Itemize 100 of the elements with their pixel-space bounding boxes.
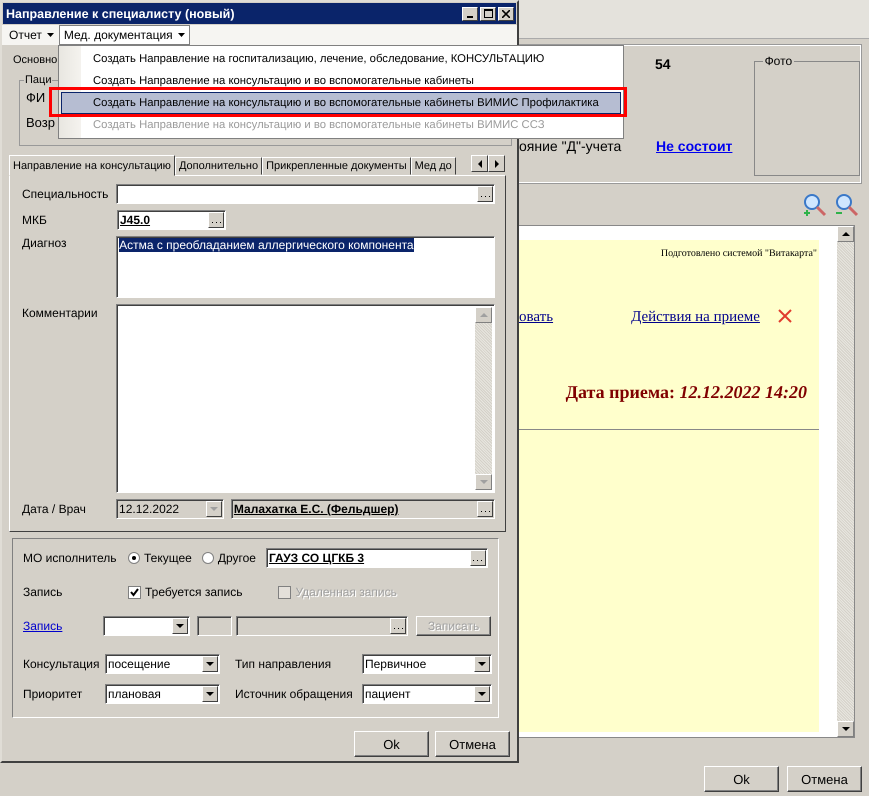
dropdown-arrow-icon xyxy=(176,622,184,630)
scrollbar[interactable] xyxy=(475,307,492,490)
actions-link[interactable]: Действия на приеме xyxy=(631,309,760,326)
dropdown-arrow-icon xyxy=(206,690,214,698)
close-icon xyxy=(502,10,510,18)
minimize-icon xyxy=(467,16,473,18)
radio-option[interactable]: Текущее xyxy=(128,551,192,565)
browse-button[interactable] xyxy=(390,618,406,634)
field-label: МКБ xyxy=(22,213,48,227)
scroll-up-icon xyxy=(842,230,850,238)
doctor-field[interactable]: Малахатка Е.С. (Фельдшер) xyxy=(230,499,495,519)
browse-button[interactable] xyxy=(477,501,493,517)
field-value: посещение xyxy=(108,657,172,671)
field-value: ГАУЗ СО ЦГКБ 3 xyxy=(268,551,366,565)
radio-button[interactable] xyxy=(128,552,140,564)
field-label: Тип направления xyxy=(234,657,332,671)
field-label: Дата / Врач xyxy=(22,502,87,516)
dropdown-arrow-icon xyxy=(842,725,850,733)
field-label: Возр xyxy=(26,115,55,130)
checkbox-option[interactable]: Требуется запись xyxy=(128,585,242,599)
dropdown-arrow-icon xyxy=(206,660,214,668)
select-field[interactable]: посещение xyxy=(105,654,220,674)
field-label: Источник обращения xyxy=(234,687,354,701)
dialog-button[interactable]: Ok xyxy=(354,731,429,757)
dropdown-button[interactable] xyxy=(206,501,222,517)
status-link[interactable]: Не состоит xyxy=(656,138,732,154)
close-icon[interactable] xyxy=(778,309,792,323)
field-label: Приоритет xyxy=(23,687,84,701)
dropdown-button[interactable] xyxy=(474,686,490,702)
browse-button[interactable] xyxy=(470,550,486,566)
dropdown-button[interactable] xyxy=(202,656,218,672)
dropdown-button[interactable] xyxy=(172,618,188,634)
document-caption: Подготовлено системой "Витакарта" xyxy=(660,248,817,259)
field-label: Консультация xyxy=(23,657,100,671)
tab[interactable]: Мед до xyxy=(410,157,456,175)
window-title: Направление к специалисту (новый) xyxy=(6,6,235,20)
specialty-field[interactable] xyxy=(116,184,495,204)
dialog-button[interactable]: Отмена xyxy=(435,731,510,757)
field-label: МО исполнитель xyxy=(23,551,118,565)
diagnosis-field[interactable]: Астма с преобладанием аллергического компонента xyxy=(116,236,495,298)
radio-button[interactable] xyxy=(202,552,214,564)
caret-icon xyxy=(178,33,185,37)
comments-field[interactable] xyxy=(116,304,495,493)
dropdown-arrow-icon xyxy=(478,660,486,668)
minimize-button[interactable] xyxy=(462,6,478,20)
browse-button[interactable] xyxy=(477,186,493,202)
checkbox[interactable] xyxy=(128,586,141,598)
select-field[interactable]: Первичное xyxy=(362,654,492,674)
selected-text: Астма с преобладанием аллергического компонента xyxy=(119,238,414,252)
menu-item[interactable]: Мед. документация xyxy=(58,25,190,45)
tab[interactable]: Прикрепленные документы xyxy=(262,157,411,175)
tab[interactable]: Основно xyxy=(9,54,58,66)
document-link[interactable]: овать xyxy=(519,309,554,326)
scroll-right-icon xyxy=(492,160,500,168)
close-button[interactable] xyxy=(498,6,514,20)
date-field[interactable]: 12.12.2022 xyxy=(116,499,224,519)
scroll-up-icon xyxy=(480,311,488,319)
radio-option[interactable]: Другое xyxy=(202,551,256,565)
input-field xyxy=(196,616,232,636)
organization-field[interactable]: ГАУЗ СО ЦГКБ 3 xyxy=(266,548,488,568)
maximize-icon xyxy=(484,9,492,18)
dropdown-arrow-icon xyxy=(478,690,486,698)
field-value: Малахатка Е.С. (Фельдшер) xyxy=(234,502,400,516)
dropdown-button[interactable] xyxy=(474,656,490,672)
field-label: Диагноз xyxy=(22,236,68,250)
tab[interactable]: Дополнительно xyxy=(174,157,262,175)
tab[interactable]: Направление на консультацию xyxy=(9,155,175,176)
dialog-button[interactable]: Ok xyxy=(704,766,779,792)
visit-date: Дата приема: 12.12.2022 14:20 xyxy=(566,382,807,403)
zoom-out-icon[interactable] xyxy=(835,193,859,217)
dialog-button[interactable]: Отмена xyxy=(787,766,862,792)
field-value: пациент xyxy=(365,687,412,701)
scroll-left-button[interactable] xyxy=(471,155,488,172)
field-label: Комментарии xyxy=(22,305,99,320)
menu-option[interactable]: Создать Направление на госпитализацию, лечение, обследование, КОНСУЛЬТАЦИЮ xyxy=(59,48,623,70)
select-field[interactable]: плановая xyxy=(105,684,220,704)
photo-label: Фото xyxy=(764,54,794,68)
scroll-right-button[interactable] xyxy=(488,155,505,172)
menu-option[interactable]: Создать Направление на консультацию и во вспомогательные кабинеты ВИМИС Профилактика xyxy=(61,92,621,114)
code-field[interactable]: J45.0 xyxy=(117,210,226,230)
field-label: ояние "Д"-учета xyxy=(519,138,622,154)
field-label: Запись xyxy=(23,585,64,599)
slot-select[interactable] xyxy=(102,616,190,636)
field-label: Специальность xyxy=(22,187,110,201)
menu-item[interactable]: Отчет xyxy=(4,25,59,45)
field-value: 12.12.2022 xyxy=(119,502,180,516)
field-label: ФИ xyxy=(26,90,46,105)
browse-button[interactable] xyxy=(208,212,224,228)
scroll-left-icon xyxy=(476,160,484,168)
field-value: плановая xyxy=(108,687,162,701)
dropdown-button[interactable] xyxy=(202,686,218,702)
maximize-button[interactable] xyxy=(480,6,496,20)
group-label: Паци xyxy=(24,74,52,86)
caret-icon xyxy=(46,33,54,37)
field-value: Первичное xyxy=(365,657,428,671)
zoom-in-icon[interactable] xyxy=(803,193,827,217)
booking-link[interactable]: Запись xyxy=(23,619,103,633)
dropdown-arrow-icon xyxy=(210,505,218,513)
select-field[interactable]: пациент xyxy=(362,684,492,704)
scrollbar[interactable] xyxy=(837,226,854,737)
